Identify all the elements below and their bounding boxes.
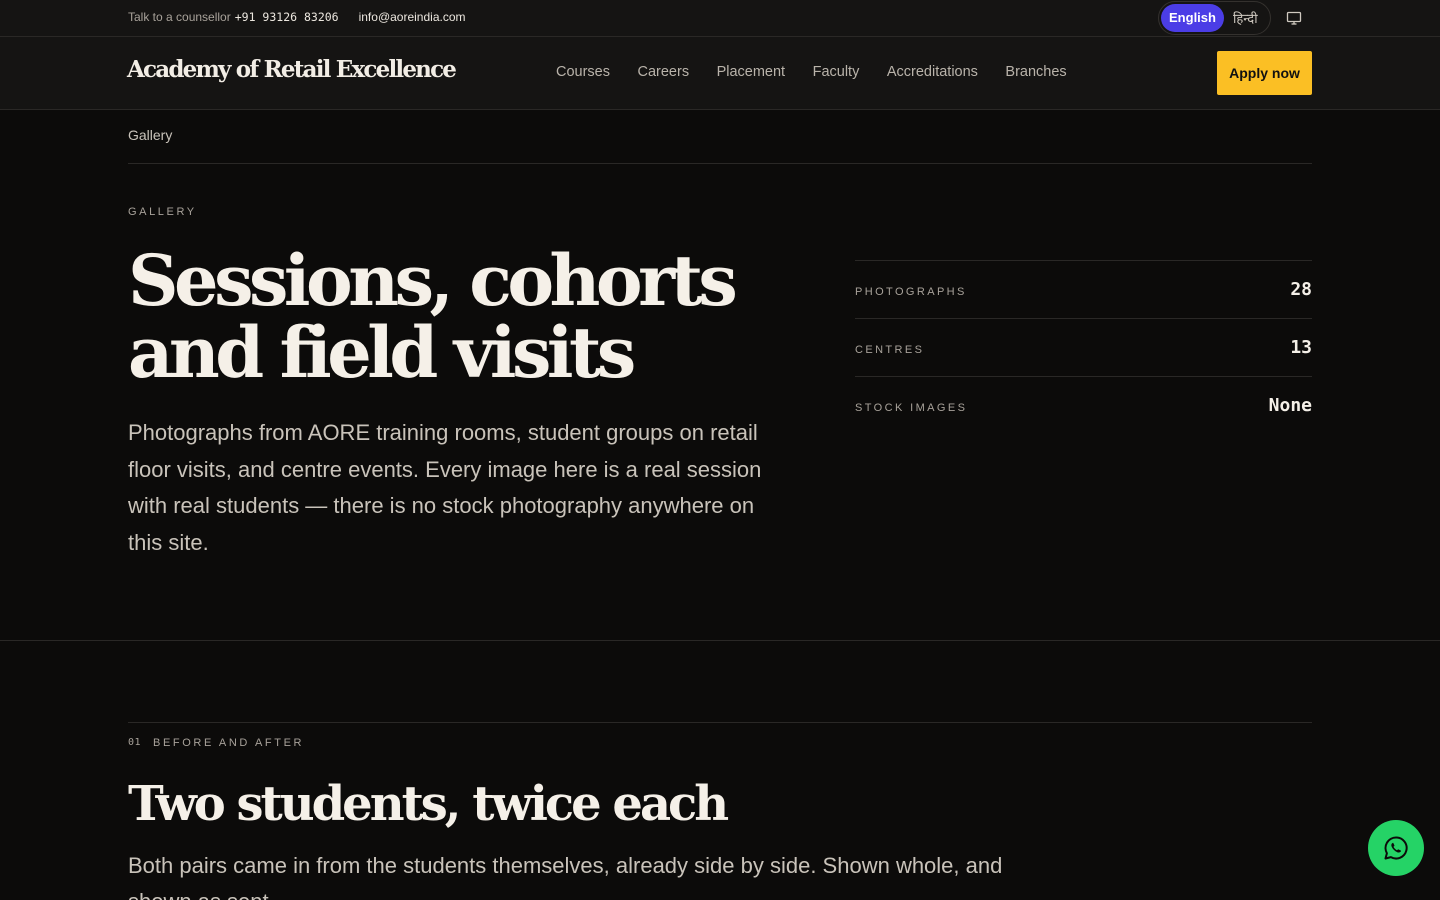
stat-label: CENTRES xyxy=(855,344,925,356)
nav-item-careers[interactable]: Careers xyxy=(638,64,690,80)
nav-item-branches[interactable]: Branches xyxy=(1005,64,1066,80)
stat-label: PHOTOGRAPHS xyxy=(855,286,967,298)
contact-info: Talk to a counsellor +91 93126 83206 inf… xyxy=(128,10,466,24)
language-hindi-button[interactable]: हिन्दी xyxy=(1233,9,1258,27)
nav-menu: Courses Careers Placement Faculty Accred… xyxy=(556,64,1094,80)
site-logo[interactable]: Academy of Retail Excellence xyxy=(127,56,457,83)
nav-item-courses[interactable]: Courses xyxy=(556,64,610,80)
nav-item-placement[interactable]: Placement xyxy=(717,64,786,80)
hero-eyebrow: GALLERY xyxy=(128,206,197,218)
whatsapp-button[interactable] xyxy=(1368,820,1424,876)
stat-row: STOCK IMAGES None xyxy=(855,376,1312,434)
stat-label: STOCK IMAGES xyxy=(855,402,968,414)
counsellor-label: Talk to a counsellor xyxy=(128,10,231,24)
section-eyebrow-label: BEFORE AND AFTER xyxy=(153,737,305,749)
section-divider xyxy=(0,640,1440,641)
nav-item-accreditations[interactable]: Accreditations xyxy=(887,64,978,80)
stat-row: PHOTOGRAPHS 28 xyxy=(855,260,1312,318)
section-title: Two students, twice each xyxy=(128,776,729,832)
gallery-stats: PHOTOGRAPHS 28 CENTRES 13 STOCK IMAGES N… xyxy=(855,260,1312,434)
nav-item-faculty[interactable]: Faculty xyxy=(813,64,860,80)
language-english-button[interactable]: English xyxy=(1161,4,1224,32)
page-title: Sessions, cohorts and field visits xyxy=(128,239,738,394)
stat-value: 28 xyxy=(1290,279,1312,300)
apply-now-button[interactable]: Apply now xyxy=(1217,51,1312,95)
section-description: Both pairs came in from the students the… xyxy=(128,853,1003,900)
stat-value: 13 xyxy=(1290,337,1312,358)
email-link[interactable]: info@aoreindia.com xyxy=(359,10,466,24)
divider xyxy=(128,722,1312,723)
top-bar: Talk to a counsellor +91 93126 83206 inf… xyxy=(0,0,1440,37)
whatsapp-icon xyxy=(1384,836,1408,860)
language-switcher: English हिन्दी xyxy=(1158,1,1271,35)
breadcrumb: Gallery xyxy=(128,127,173,143)
main-nav: Academy of Retail Excellence Courses Car… xyxy=(0,37,1440,110)
stat-row: CENTRES 13 xyxy=(855,318,1312,376)
divider xyxy=(128,163,1312,164)
monitor-icon[interactable] xyxy=(1286,10,1302,26)
section-eyebrow: 01 BEFORE AND AFTER xyxy=(128,737,304,749)
stat-value: None xyxy=(1268,395,1312,416)
phone-link[interactable]: +91 93126 83206 xyxy=(235,10,339,24)
hero-description: Photographs from AORE training rooms, st… xyxy=(128,420,762,555)
section-number: 01 xyxy=(128,737,142,748)
